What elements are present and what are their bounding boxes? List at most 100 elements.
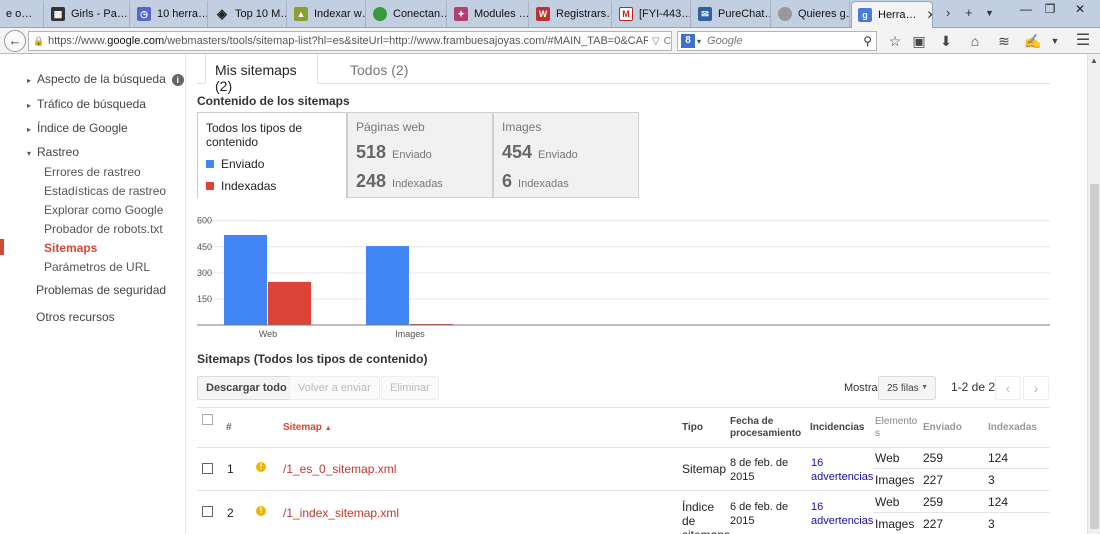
sidebar-item-search-traffic[interactable]: ▸ Tráfico de búsqueda [27, 97, 146, 111]
sidebar-item-crawl[interactable]: ▾ Rastreo [27, 145, 79, 159]
caret-right-icon: ▸ [27, 101, 32, 110]
browser-tab[interactable]: e o… [0, 1, 44, 27]
tab-label: Top 10 M… [235, 8, 287, 20]
y-tick-label: 300 [197, 268, 212, 278]
browser-tab[interactable]: ◈ Top 10 M… [209, 1, 287, 27]
col-header-issues[interactable]: Incidencias [810, 422, 864, 434]
search-icon[interactable]: ⚲ [863, 34, 872, 48]
restore-icon[interactable]: ❐ [1038, 2, 1062, 16]
window-close-icon[interactable]: ✕ [1068, 2, 1092, 16]
issues-link[interactable]: 16 advertencias [811, 456, 873, 484]
sidebar-item-fetch-as-google[interactable]: Explorar como Google [44, 203, 163, 217]
menu-icon[interactable]: ☰ [1074, 32, 1092, 50]
layers-icon[interactable]: ≋ [995, 32, 1013, 50]
sidebar-item-google-index[interactable]: ▸ Índice de Google [27, 121, 128, 135]
card-title: Páginas web [356, 120, 425, 134]
back-button[interactable]: ← [4, 30, 26, 52]
divider [197, 490, 1050, 491]
tab-all-sitemaps[interactable]: Todos (2) [341, 54, 417, 84]
sidebar-item-search-appearance[interactable]: ▸ Aspecto de la búsqueda i [27, 72, 184, 86]
browser-tab[interactable]: Quieres g… [772, 1, 850, 27]
search-engine-icon[interactable]: 8 [681, 34, 695, 48]
close-icon[interactable]: ✕ [927, 8, 932, 22]
y-tick-label: 600 [197, 216, 212, 226]
col-header-indexed[interactable]: Indexadas [988, 422, 1037, 434]
row-checkbox[interactable] [202, 463, 213, 474]
address-bar[interactable]: 🔒 https://www.google.com/webmasters/tool… [28, 31, 672, 51]
sidebar-item-security-issues[interactable]: Problemas de seguridad [36, 283, 166, 297]
download-icon[interactable]: ⬇ [937, 32, 955, 50]
rows-per-page-select[interactable]: 25 filas ▼ [878, 376, 936, 400]
element-indexed: 3 [988, 473, 995, 487]
sidebar-item-sitemaps[interactable]: Sitemaps [44, 241, 97, 255]
sidebar-item-crawl-stats[interactable]: Estadísticas de rastreo [44, 184, 166, 198]
y-tick-label: 150 [197, 294, 212, 304]
x-tick-label: Web [259, 329, 277, 339]
browser-tab[interactable]: ✉ PureChat… [692, 1, 771, 27]
chevron-down-icon[interactable]: ▾ [697, 37, 701, 46]
col-header-processed[interactable]: Fecha de procesamiento [730, 416, 802, 440]
sidebar-item-url-parameters[interactable]: Parámetros de URL [44, 260, 150, 274]
col-header-type: Tipo [682, 422, 703, 433]
url-domain: google.com [107, 35, 165, 47]
row-checkbox[interactable] [202, 506, 213, 517]
sidebar-item-crawl-errors[interactable]: Errores de rastreo [44, 165, 141, 179]
minimize-icon[interactable]: — [1014, 2, 1038, 16]
scroll-up-icon[interactable]: ▲ [1090, 56, 1098, 65]
browser-tab[interactable]: ✦ Modules … [448, 1, 529, 27]
extension-icon[interactable]: ✍ [1024, 32, 1042, 50]
search-placeholder: Google [707, 35, 743, 47]
browser-tab-active[interactable]: g Herra… ✕ [851, 1, 933, 28]
download-all-button[interactable]: Descargar todo [197, 376, 296, 400]
circle-icon [778, 7, 792, 21]
browser-tab[interactable]: ◷ 10 herra… [131, 1, 208, 27]
browser-tab[interactable]: Conectan… [367, 1, 447, 27]
content-type-card[interactable]: Todos los tipos de contenido Enviado Ind… [197, 112, 347, 198]
blue-swatch-icon [206, 160, 214, 168]
dropdown-icon[interactable]: ▽ [652, 36, 660, 47]
select-all-checkbox[interactable] [202, 414, 213, 425]
browser-tab[interactable]: ▦ Girls - Pa… [45, 1, 130, 27]
divider [197, 447, 1050, 448]
sidebar-item-other-resources[interactable]: Otros recursos [36, 310, 115, 324]
page-range: 1-2 de 2 [951, 380, 996, 394]
indexed-count: 248 [356, 171, 387, 191]
browser-tab[interactable]: ▲ Indexar w… [288, 1, 366, 27]
sidebar-item-label: Tráfico de búsqueda [37, 97, 146, 111]
grid-icon: ▦ [51, 7, 65, 21]
web-pages-card[interactable]: Páginas web 518 Enviado 248 Indexadas [347, 112, 493, 198]
info-icon[interactable]: i [171, 74, 184, 86]
url-prefix: https://www. [48, 35, 108, 47]
legend-item-sent: Enviado [206, 157, 338, 171]
chevron-down-icon[interactable]: ▼ [1046, 32, 1064, 50]
images-card[interactable]: Images 454 Enviado 6 Indexadas [493, 112, 639, 198]
reload-icon[interactable]: C [664, 36, 671, 47]
clipboard-icon[interactable]: ▣ [910, 32, 928, 50]
next-page-button[interactable]: › [1023, 376, 1049, 400]
sitemap-link[interactable]: /1_index_sitemap.xml [283, 506, 399, 520]
tab-label: Girls - Pa… [71, 8, 128, 20]
circle-icon [373, 7, 387, 21]
issues-link[interactable]: 16 advertencias [811, 500, 873, 528]
page-scrollbar[interactable]: ▲ [1087, 54, 1100, 534]
browser-tab[interactable]: M [FYI-443… [613, 1, 691, 27]
home-icon[interactable]: ⌂ [966, 32, 984, 50]
delete-button[interactable]: Eliminar [381, 376, 439, 400]
content-section-title: Contenido de los sitemaps [197, 94, 350, 108]
bookmark-star-icon[interactable]: ☆ [886, 32, 904, 50]
sidebar-item-robots-tester[interactable]: Probador de robots.txt [44, 222, 163, 236]
tab-scroll-right-icon[interactable]: › [946, 5, 950, 20]
col-header-sitemap[interactable]: Sitemap ▲ [283, 422, 332, 435]
sitemap-link[interactable]: /1_es_0_sitemap.xml [283, 462, 396, 476]
tab-list-icon[interactable]: ▼ [985, 8, 994, 18]
active-indicator [0, 239, 4, 255]
new-tab-icon[interactable]: + [965, 5, 973, 20]
browser-tab[interactable]: W Registrars… [530, 1, 612, 27]
scrollbar-thumb[interactable] [1090, 184, 1099, 529]
col-header-sent[interactable]: Enviado [923, 422, 962, 434]
search-bar[interactable]: 8 ▾ Google ⚲ [677, 31, 877, 51]
tab-my-sitemaps[interactable]: Mis sitemaps (2) [205, 54, 318, 94]
tab-label: Herra… [878, 9, 917, 21]
resubmit-button[interactable]: Volver a enviar [289, 376, 380, 400]
prev-page-button[interactable]: ‹ [995, 376, 1021, 400]
